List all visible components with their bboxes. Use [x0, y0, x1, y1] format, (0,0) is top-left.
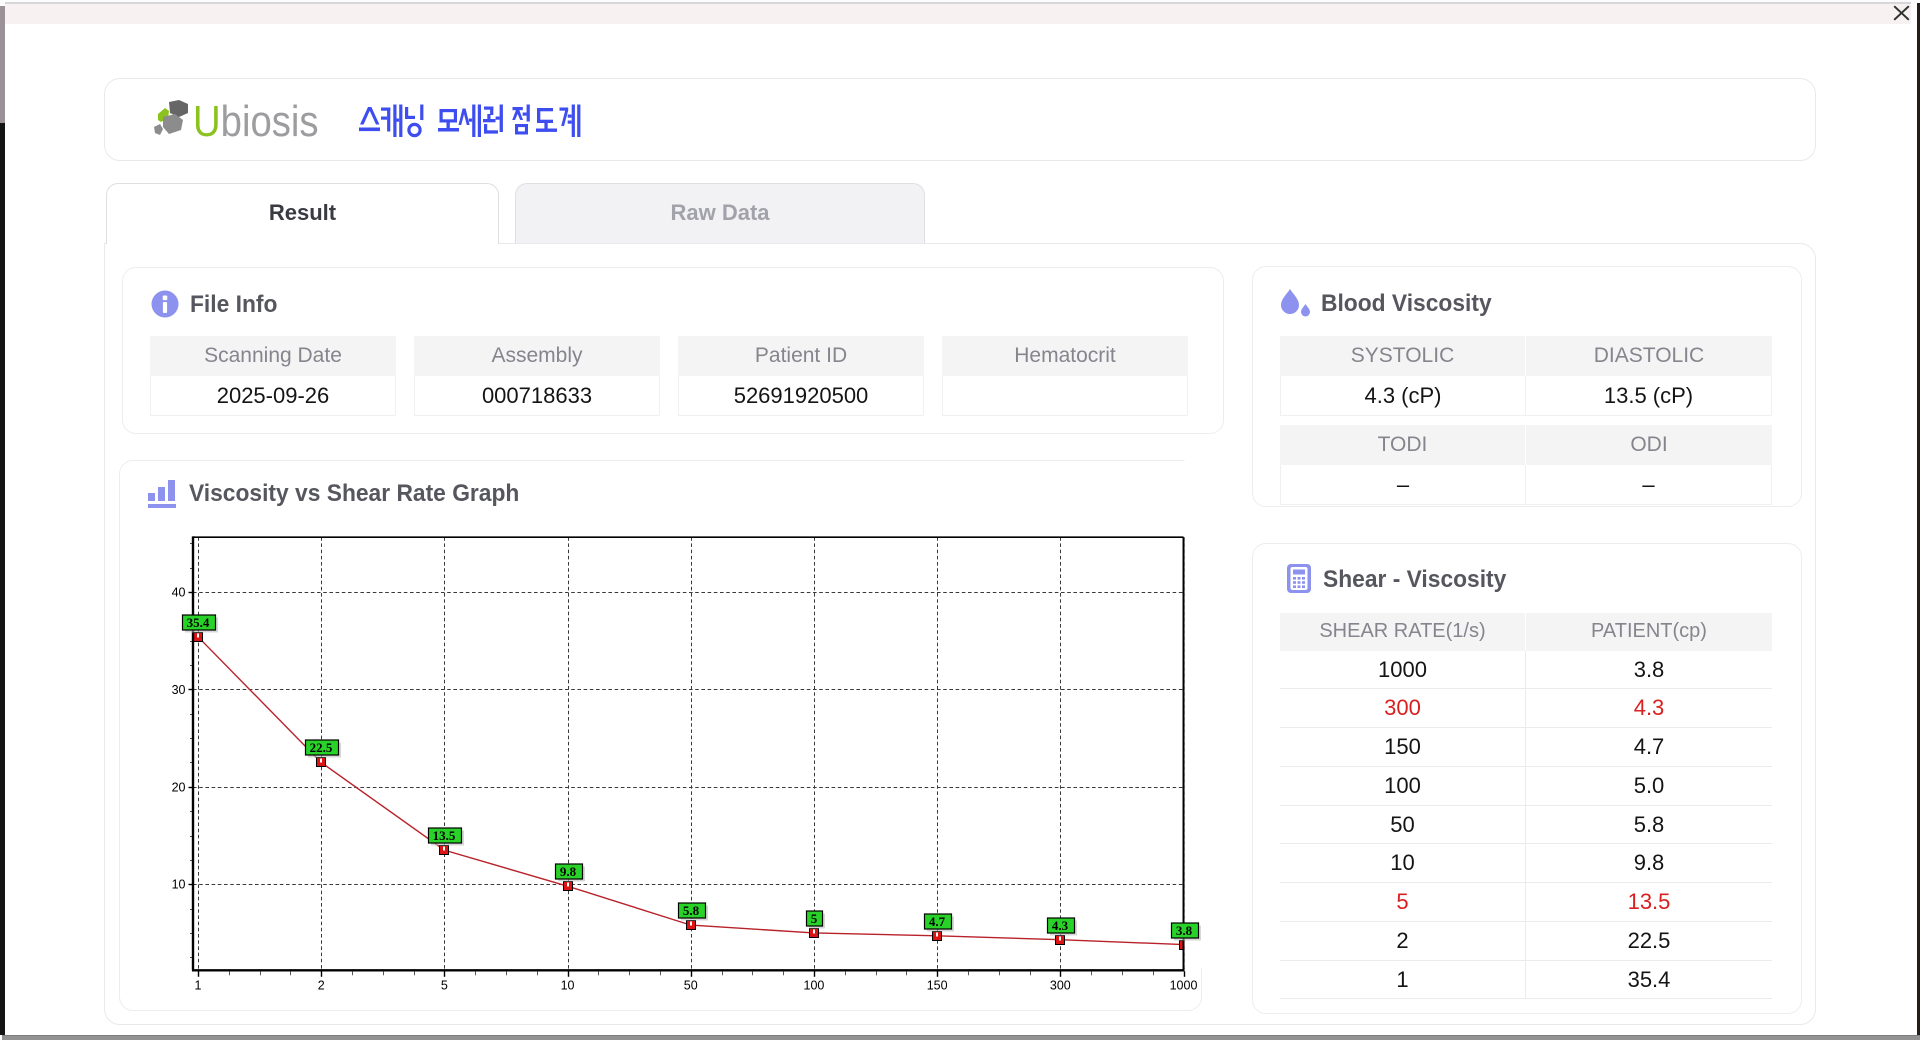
svg-text:5: 5 [441, 979, 448, 993]
svg-text:3.8: 3.8 [1176, 923, 1193, 938]
svg-text:30: 30 [172, 683, 186, 697]
svg-text:150: 150 [927, 979, 948, 993]
svg-text:20: 20 [172, 780, 186, 794]
svg-text:2: 2 [318, 979, 325, 993]
svg-text:4.3: 4.3 [1052, 918, 1069, 933]
svg-text:50: 50 [684, 979, 698, 993]
svg-text:40: 40 [172, 586, 186, 600]
svg-text:1000: 1000 [1170, 979, 1198, 993]
svg-text:4.7: 4.7 [929, 914, 946, 929]
svg-text:10: 10 [561, 979, 575, 993]
svg-text:300: 300 [1050, 979, 1071, 993]
svg-text:22.5: 22.5 [310, 740, 333, 755]
svg-text:5.8: 5.8 [683, 903, 700, 918]
svg-text:1: 1 [195, 979, 202, 993]
svg-text:100: 100 [804, 979, 825, 993]
svg-text:13.5: 13.5 [433, 828, 456, 843]
svg-text:9.8: 9.8 [560, 864, 577, 879]
svg-text:5: 5 [811, 911, 818, 926]
svg-text:35.4: 35.4 [187, 615, 210, 630]
svg-text:10: 10 [172, 878, 186, 892]
